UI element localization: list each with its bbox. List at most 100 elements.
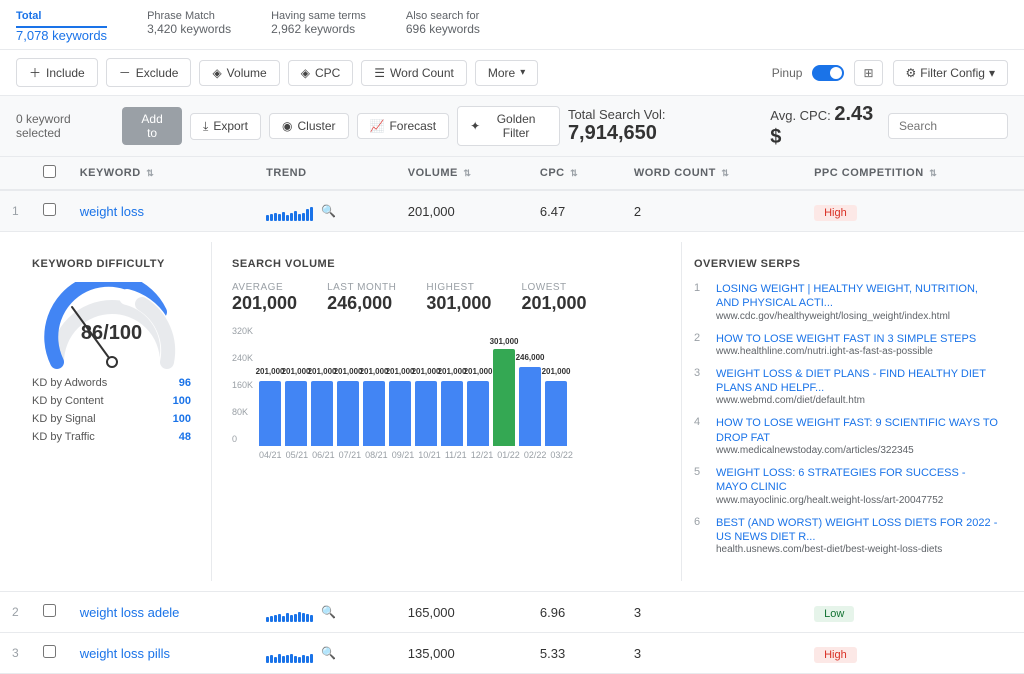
bar-label: 201,000 — [308, 367, 337, 376]
add-to-button[interactable]: Add to — [122, 107, 182, 145]
kd-metric-row: KD by Signal 100 — [32, 410, 191, 428]
spark-bar — [294, 656, 297, 663]
serp-number: 6 — [694, 516, 708, 556]
export-button[interactable]: ⤓ Export — [190, 113, 261, 140]
row-cpc: 6.96 — [528, 592, 622, 633]
kd-metric-label: KD by Traffic — [32, 431, 95, 443]
search-input[interactable] — [888, 113, 1008, 139]
x-label: 02/22 — [524, 450, 547, 460]
serp-url: www.webmd.com/diet/default.htm — [716, 395, 1000, 406]
filter-config-button[interactable]: ⚙ Filter Config ▾ — [893, 60, 1008, 86]
serp-item: 3 WEIGHT LOSS & DIET PLANS - FIND HEALTH… — [694, 367, 1000, 407]
select-all-checkbox[interactable] — [43, 165, 56, 178]
grid-view-button[interactable]: ⊞ — [854, 60, 882, 86]
exclude-button[interactable]: － Exclude — [106, 58, 192, 87]
row-checkbox[interactable] — [43, 604, 56, 617]
col-keyword[interactable]: KEYWORD ⇅ — [68, 157, 254, 190]
keyword-link[interactable]: weight loss — [80, 204, 144, 219]
bar-chart: 201,000 201,000 201,000 201,000 201,000 — [259, 326, 573, 446]
include-button[interactable]: ＋ Include — [16, 58, 98, 87]
expanded-panel: KEYWORD DIFFICULTY — [12, 242, 1012, 581]
stat-total[interactable]: Total 7,078 keywords — [16, 10, 107, 43]
spark-bar — [298, 612, 301, 622]
serp-number: 1 — [694, 282, 708, 322]
chart-bar: 201,000 — [311, 381, 333, 446]
serp-item: 2 HOW TO LOSE WEIGHT FAST IN 3 SIMPLE ST… — [694, 332, 1000, 357]
search-icon[interactable]: 🔍 — [321, 204, 336, 218]
row-word-count: 3 — [622, 592, 802, 633]
serp-item: 4 HOW TO LOSE WEIGHT FAST: 9 SCIENTIFIC … — [694, 416, 1000, 456]
stat-phrase[interactable]: Phrase Match 3,420 keywords — [147, 10, 231, 43]
stat-phrase-value: 3,420 keywords — [147, 22, 231, 36]
row-checkbox[interactable] — [43, 645, 56, 658]
kw-selected-count: 0 keyword selected — [16, 112, 110, 140]
table-header-row: KEYWORD ⇅ TREND VOLUME ⇅ CPC ⇅ WORD COUN… — [0, 157, 1024, 190]
spark-bar — [298, 657, 301, 663]
spark-bar — [266, 656, 269, 663]
avg-cpc: Avg. CPC: 2.43 $ — [770, 103, 880, 149]
ppc-badge: Low — [814, 606, 854, 622]
keyword-link[interactable]: weight loss adele — [80, 605, 180, 620]
spark-bar — [270, 616, 273, 622]
word-count-button[interactable]: ☰ Word Count — [361, 60, 467, 86]
volume-button[interactable]: ◈ Volume — [199, 60, 279, 86]
kd-metric-row: KD by Adwords 96 — [32, 374, 191, 392]
search-icon[interactable]: 🔍 — [321, 646, 336, 660]
y-label: 0 — [232, 434, 253, 444]
cpc-button[interactable]: ◈ CPC — [288, 60, 354, 86]
row-ppc: High — [802, 633, 1024, 674]
sv-stat-value: 201,000 — [521, 293, 586, 314]
bar-label: 301,000 — [490, 337, 519, 346]
serp-item: 5 WEIGHT LOSS: 6 STRATEGIES FOR SUCCESS … — [694, 466, 1000, 506]
y-label: 160K — [232, 380, 253, 390]
more-button[interactable]: More ▾ — [475, 60, 538, 86]
spark-bar — [282, 212, 285, 221]
cpc-icon: ◈ — [301, 66, 310, 80]
spark-bar — [298, 214, 301, 221]
serp-title[interactable]: WEIGHT LOSS: 6 STRATEGIES FOR SUCCESS - … — [716, 466, 1000, 495]
x-label: 10/21 — [418, 450, 441, 460]
table-row: 3 weight loss pills 🔍 135,000 5.33 3 Hig… — [0, 633, 1024, 674]
serp-title[interactable]: WEIGHT LOSS & DIET PLANS - FIND HEALTHY … — [716, 367, 1000, 396]
chevron-down-icon: ▾ — [520, 67, 525, 78]
golden-icon: ✦ — [470, 119, 480, 133]
y-label: 320K — [232, 326, 253, 336]
row-checkbox[interactable] — [43, 203, 56, 216]
spark-bar — [310, 654, 313, 663]
col-cpc[interactable]: CPC ⇅ — [528, 157, 622, 190]
col-word-count[interactable]: WORD COUNT ⇅ — [622, 157, 802, 190]
pinup-toggle[interactable] — [812, 65, 844, 81]
col-trend[interactable]: TREND — [254, 157, 396, 190]
bar-label: 246,000 — [516, 353, 545, 362]
serp-title[interactable]: HOW TO LOSE WEIGHT FAST IN 3 SIMPLE STEP… — [716, 332, 1000, 346]
row-word-count: 3 — [622, 633, 802, 674]
kd-metric-value: 100 — [173, 395, 191, 407]
forecast-button[interactable]: 📈 Forecast — [357, 113, 450, 139]
col-ppc[interactable]: PPC COMPETITION ⇅ — [802, 157, 1024, 190]
stat-same-terms[interactable]: Having same terms 2,962 keywords — [271, 10, 366, 43]
x-label: 03/22 — [550, 450, 573, 460]
row-keyword: weight loss adele — [68, 592, 254, 633]
chart-bar: 201,000 — [363, 381, 385, 446]
serp-title[interactable]: HOW TO LOSE WEIGHT FAST: 9 SCIENTIFIC WA… — [716, 416, 1000, 445]
stat-also-search[interactable]: Also search for 696 keywords — [406, 10, 480, 43]
bar-label: 201,000 — [360, 367, 389, 376]
stat-same-value: 2,962 keywords — [271, 22, 366, 36]
sv-stat-label: HIGHEST — [426, 282, 491, 293]
serp-title[interactable]: LOSING WEIGHT | HEALTHY WEIGHT, NUTRITIO… — [716, 282, 1000, 311]
serp-title[interactable]: BEST (AND WORST) WEIGHT LOSS DIETS FOR 2… — [716, 516, 1000, 545]
stat-also-value: 696 keywords — [406, 22, 480, 36]
chart-bar-wrap: 201,000 — [285, 381, 307, 446]
kd-metric-label: KD by Adwords — [32, 377, 107, 389]
col-volume[interactable]: VOLUME ⇅ — [396, 157, 528, 190]
cluster-button[interactable]: ◉ Cluster — [269, 113, 349, 139]
filter-icon: ⚙ — [906, 66, 917, 80]
search-icon[interactable]: 🔍 — [321, 605, 336, 619]
spark-bar — [266, 617, 269, 622]
spark-bar — [278, 654, 281, 663]
filter-chevron-icon: ▾ — [989, 66, 995, 80]
golden-filter-button[interactable]: ✦ Golden Filter — [457, 106, 560, 146]
x-label: 06/21 — [312, 450, 335, 460]
keyword-link[interactable]: weight loss pills — [80, 646, 170, 661]
serp-url: www.cdc.gov/healthyweight/losing_weight/… — [716, 311, 1000, 322]
